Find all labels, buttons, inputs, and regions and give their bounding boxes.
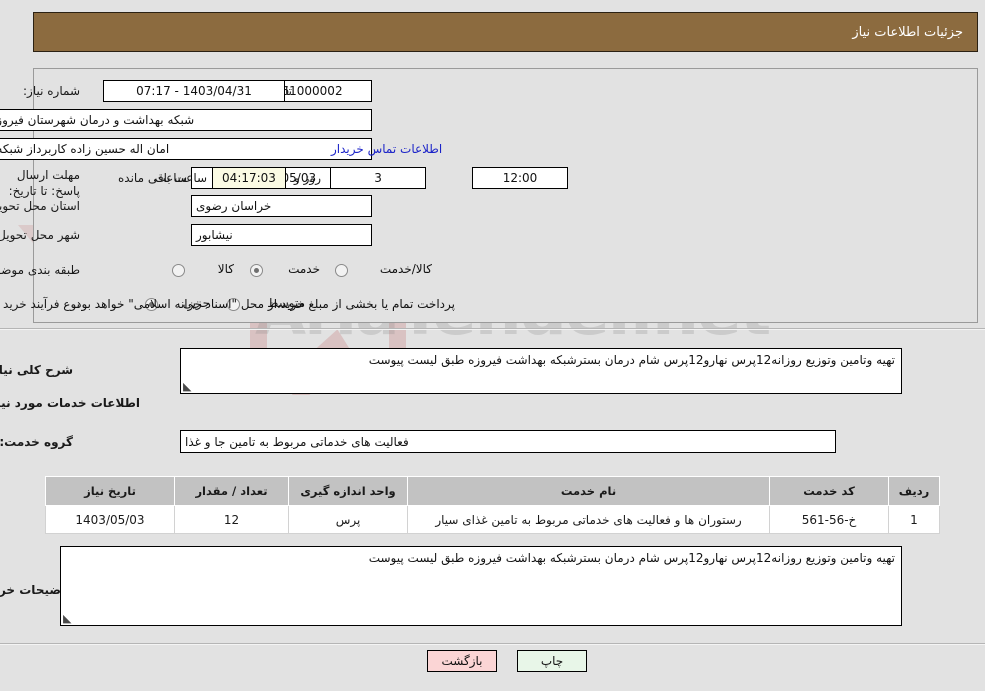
need-info-panel bbox=[33, 68, 978, 323]
cell-qty: 12 bbox=[174, 505, 289, 534]
section-divider-top bbox=[0, 328, 985, 330]
table-header-row: ردیف کد خدمت نام خدمت واحد اندازه گیری ت… bbox=[45, 476, 940, 506]
announce-value: 1403/04/31 - 07:17 bbox=[103, 80, 285, 102]
days-value: 3 bbox=[330, 167, 426, 189]
category-radio-kala-khedmat[interactable] bbox=[335, 264, 348, 277]
payment-note: پرداخت تمام یا بخشی از مبلغ خرید،از محل … bbox=[72, 297, 455, 311]
back-button[interactable]: بازگشت bbox=[427, 650, 497, 672]
remaining-time-label: ساعت باقی مانده bbox=[118, 171, 208, 185]
resize-grip-icon-2[interactable]: ◢ bbox=[63, 612, 73, 625]
col-code: کد خدمت bbox=[769, 476, 889, 506]
requester-value: امان اله حسین زاده کاربرداز شبکه بهداشت … bbox=[0, 138, 372, 160]
category-label-kala-khedmat: کالا/خدمت bbox=[379, 262, 432, 276]
col-unit: واحد اندازه گیری bbox=[288, 476, 408, 506]
page-title: جزئیات اطلاعات نیاز bbox=[852, 24, 963, 40]
summary-label: شرح کلی نیاز: bbox=[0, 363, 73, 377]
table-row: 1 خ-56-561 رستوران ها و فعالیت های خدمات… bbox=[45, 505, 940, 534]
service-group-value: فعالیت های خدماتی مربوط به تامین جا و غذ… bbox=[180, 430, 836, 453]
hour-value: 12:00 bbox=[472, 167, 568, 189]
summary-text: تهیه وتامین وتوزیع روزانه12پرس نهارو12پر… bbox=[368, 353, 895, 367]
buyer-org-value: شبکه بهداشت و درمان شهرستان فیروزه bbox=[0, 109, 372, 131]
col-qty: تعداد / مقدار bbox=[174, 476, 289, 506]
cell-code: خ-56-561 bbox=[769, 505, 889, 534]
section-divider-bottom bbox=[0, 643, 985, 645]
days-label: روز و bbox=[294, 171, 321, 185]
category-label-khedmat: خدمت bbox=[288, 262, 320, 276]
city-value: نیشابور bbox=[191, 224, 372, 246]
services-heading: اطلاعات خدمات مورد نیاز bbox=[0, 396, 140, 410]
resize-grip-icon[interactable]: ◢ bbox=[183, 380, 193, 393]
col-radif: ردیف bbox=[888, 476, 940, 506]
city-label: شهر محل تحویل: bbox=[0, 228, 80, 242]
summary-textarea[interactable]: تهیه وتامین وتوزیع روزانه12پرس نهارو12پر… bbox=[180, 348, 902, 394]
page-header: جزئیات اطلاعات نیاز bbox=[33, 12, 978, 52]
buyer-notes-text: تهیه وتامین وتوزیع روزانه12پرس نهارو12پر… bbox=[368, 551, 895, 565]
category-label: طبقه بندی موضوعی: bbox=[0, 263, 80, 277]
category-radio-kala[interactable] bbox=[172, 264, 185, 277]
category-radio-khedmat[interactable] bbox=[250, 264, 263, 277]
need-number-label: شماره نیاز: bbox=[23, 84, 80, 98]
cell-unit: پرس bbox=[288, 505, 408, 534]
buyer-notes-textarea[interactable]: تهیه وتامین وتوزیع روزانه12پرس نهارو12پر… bbox=[60, 546, 902, 626]
buyer-contact-link[interactable]: اطلاعات تماس خریدار bbox=[331, 142, 442, 156]
cell-radif: 1 bbox=[888, 505, 940, 534]
province-label: استان محل تحویل: bbox=[0, 199, 80, 213]
deadline-label: مهلت ارسال پاسخ: تا تاریخ: bbox=[8, 168, 80, 198]
print-button[interactable]: چاپ bbox=[517, 650, 587, 672]
services-table: ردیف کد خدمت نام خدمت واحد اندازه گیری ت… bbox=[45, 476, 940, 534]
cell-date: 1403/05/03 bbox=[45, 505, 175, 534]
remaining-time-value: 04:17:03 bbox=[212, 167, 286, 189]
province-value: خراسان رضوی bbox=[191, 195, 372, 217]
category-label-kala: کالا bbox=[217, 262, 234, 276]
process-label: نوع فرآیند خرید : bbox=[0, 297, 80, 311]
cell-name: رستوران ها و فعالیت های خدماتی مربوط به … bbox=[407, 505, 770, 534]
col-date: تاریخ نیاز bbox=[45, 476, 175, 506]
service-group-label: گروه خدمت: bbox=[0, 435, 73, 449]
col-name: نام خدمت bbox=[407, 476, 770, 506]
